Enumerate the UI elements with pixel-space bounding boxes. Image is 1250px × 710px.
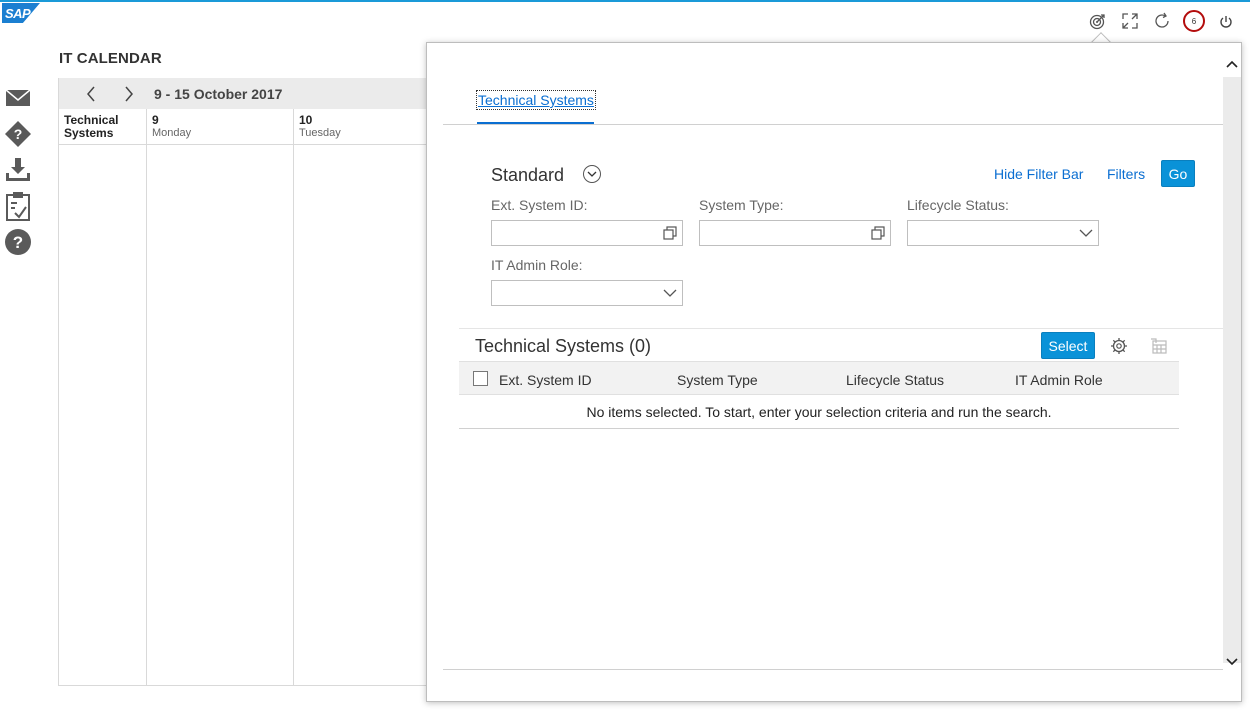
tab-technical-systems[interactable]: Technical Systems <box>476 90 596 110</box>
scroll-up-icon[interactable] <box>1225 57 1239 71</box>
system-type-field[interactable] <box>699 220 891 246</box>
column-header-it-admin-role[interactable]: IT Admin Role <box>1015 372 1103 388</box>
technical-systems-popover: Technical Systems Standard Hide Filter B… <box>426 42 1242 702</box>
select-button[interactable]: Select <box>1041 332 1095 359</box>
gear-icon[interactable] <box>1109 336 1129 356</box>
target-icon[interactable] <box>1082 8 1114 34</box>
lifecycle-status-select[interactable] <box>907 220 1099 246</box>
calendar-column-systems: Technical Systems <box>59 109 147 685</box>
day-number: 9 <box>152 113 159 127</box>
calendar-toolbar: 9 - 15 October 2017 <box>59 78 437 109</box>
hide-filter-bar-link[interactable]: Hide Filter Bar <box>994 166 1083 182</box>
value-help-icon[interactable] <box>662 225 678 241</box>
variant-dropdown-button[interactable] <box>583 165 601 183</box>
column-label-line1: Technical <box>64 113 119 127</box>
column-label-line2: Systems <box>64 126 114 140</box>
tab-bar-divider <box>443 124 1223 125</box>
scroll-down-icon[interactable] <box>1225 655 1239 669</box>
it-admin-role-label: IT Admin Role: <box>491 257 583 273</box>
page-title: IT CALENDAR <box>59 50 162 67</box>
question-icon[interactable]: ? <box>3 224 33 260</box>
table-title: Technical Systems (0) <box>475 336 652 356</box>
system-type-label: System Type: <box>699 197 784 213</box>
mail-icon[interactable] <box>3 80 33 116</box>
column-header-ext-system-id[interactable]: Ext. System ID <box>499 372 592 388</box>
weekday: Tuesday <box>299 127 341 139</box>
table-toolbar-divider <box>459 328 1223 329</box>
column-header-day: 10 Tuesday <box>299 114 341 140</box>
footer-divider <box>443 669 1223 670</box>
refresh-icon[interactable] <box>1146 8 1178 34</box>
lifecycle-status-label: Lifecycle Status: <box>907 197 1009 213</box>
help-diamond-icon[interactable]: ? <box>3 116 33 152</box>
expand-icon[interactable] <box>1114 8 1146 34</box>
date-range: 9 - 15 October 2017 <box>154 86 283 102</box>
previous-week-button[interactable] <box>81 84 101 104</box>
table-header: Ext. System ID System Type Lifecycle Sta… <box>459 361 1179 395</box>
ext-system-id-label: Ext. System ID: <box>491 197 588 213</box>
select-all-checkbox[interactable] <box>473 371 488 386</box>
sap-logo-text: SAP <box>5 6 31 21</box>
column-header-lifecycle-status[interactable]: Lifecycle Status <box>846 372 944 388</box>
clipboard-check-icon[interactable] <box>3 188 33 224</box>
download-icon[interactable] <box>3 152 33 188</box>
chevron-down-icon[interactable] <box>662 285 678 301</box>
value-help-icon[interactable] <box>870 225 886 241</box>
notification-badge: 6 <box>1183 10 1205 32</box>
day-number: 10 <box>299 113 313 127</box>
table-empty-message: No items selected. To start, enter your … <box>459 395 1179 429</box>
chevron-down-icon <box>587 171 597 177</box>
weekday: Monday <box>152 127 192 139</box>
left-toolbar: ? ? <box>3 80 33 260</box>
go-button[interactable]: Go <box>1161 160 1195 187</box>
export-icon <box>1149 336 1169 356</box>
calendar-column-day[interactable]: 10 Tuesday <box>294 109 439 685</box>
calendar: 9 - 15 October 2017 Technical Systems 9 … <box>58 78 438 686</box>
sap-logo: SAP <box>2 3 40 23</box>
column-header-day: 9 Monday <box>152 114 191 140</box>
ext-system-id-field[interactable] <box>491 220 683 246</box>
svg-text:?: ? <box>13 233 23 252</box>
next-week-button[interactable] <box>119 84 139 104</box>
filters-link[interactable]: Filters <box>1107 166 1145 182</box>
notifications-icon[interactable]: 6 <box>1178 8 1210 34</box>
it-admin-role-select[interactable] <box>491 280 683 306</box>
power-icon[interactable] <box>1210 8 1242 34</box>
scrollbar-track[interactable] <box>1223 77 1241 663</box>
column-header-system-type[interactable]: System Type <box>677 372 758 388</box>
svg-text:?: ? <box>14 126 23 142</box>
column-header-systems: Technical Systems <box>64 114 118 140</box>
header-toolbar: 6 <box>1082 8 1242 34</box>
chevron-down-icon[interactable] <box>1078 225 1094 241</box>
vertical-scrollbar[interactable] <box>1223 43 1241 701</box>
calendar-column-day[interactable]: 9 Monday <box>147 109 294 685</box>
top-accent-line <box>0 0 1250 2</box>
variant-name: Standard <box>491 165 565 185</box>
